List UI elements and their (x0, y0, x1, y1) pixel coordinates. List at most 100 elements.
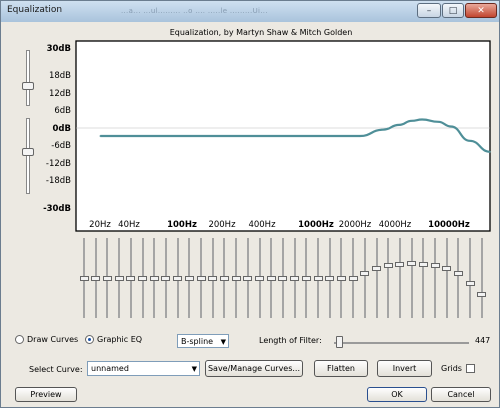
x-label: 1000Hz (298, 220, 334, 230)
grids-label: Grids (441, 364, 462, 373)
flatten-button[interactable]: Flatten (314, 360, 368, 377)
eq-band-slider-thumb[interactable] (102, 276, 112, 281)
eq-curve-point (450, 125, 452, 128)
eq-band-slider-thumb[interactable] (336, 276, 346, 281)
eq-band-slider-thumb[interactable] (219, 276, 229, 281)
eq-band-slider-thumb[interactable] (325, 276, 335, 281)
y-label: 6dB (54, 106, 71, 116)
grids-option[interactable]: Grids (441, 364, 475, 373)
eq-band-slider-thumb[interactable] (184, 276, 194, 281)
eq-band-slider-thumb[interactable] (465, 280, 475, 286)
eq-band-slider-thumb[interactable] (348, 276, 358, 281)
interpolation-value: B-spline (181, 336, 214, 346)
eq-band-slider-thumb[interactable] (161, 276, 171, 281)
ok-button[interactable]: OK (367, 387, 427, 402)
eq-band-slider-thumb[interactable] (477, 292, 487, 297)
filter-length-value: 447 (475, 336, 491, 345)
eq-curve-point (437, 121, 440, 123)
filter-length-slider-track[interactable] (334, 342, 469, 344)
eq-band-slider-track[interactable] (422, 238, 425, 318)
eq-curve-point (229, 135, 231, 137)
eq-band-slider-thumb[interactable] (243, 276, 253, 281)
grids-checkbox[interactable] (465, 364, 475, 373)
eq-band-slider-thumb[interactable] (430, 263, 440, 269)
graphic-eq-option[interactable]: Graphic EQ (85, 335, 142, 344)
x-label: 2000Hz (338, 220, 372, 230)
eq-curve-point (99, 135, 102, 137)
eq-band-slider-track[interactable] (457, 238, 460, 318)
interpolation-select[interactable]: B-spline ▼ (177, 334, 229, 348)
eq-band-slider-thumb[interactable] (138, 276, 147, 281)
background-ghost-text: ...a... ...ul......... ..o .... .....le … (121, 7, 268, 15)
eq-band-slider-track[interactable] (469, 238, 472, 318)
eq-band-slider-thumb[interactable] (208, 276, 218, 281)
eq-band-slider-thumb[interactable] (196, 276, 206, 281)
eq-band-slider-thumb[interactable] (255, 276, 264, 281)
minimize-button[interactable]: – (417, 3, 441, 18)
eq-band-slider-track[interactable] (445, 238, 448, 318)
eq-curve-point (469, 140, 471, 142)
eq-band-slider-thumb[interactable] (79, 276, 89, 281)
equalization-window: Equalization ...a... ...ul......... ..o … (0, 0, 500, 408)
curve-select[interactable]: unnamed ▼ (87, 361, 200, 376)
eq-band-slider-thumb[interactable] (126, 276, 136, 281)
maximize-button[interactable]: □ (442, 3, 464, 18)
eq-band-slider-thumb[interactable] (290, 276, 300, 281)
y-label: 30dB (46, 44, 71, 54)
eq-band-slider-thumb[interactable] (114, 276, 124, 281)
eq-band-slider-track[interactable] (363, 238, 366, 318)
eq-curve-point (268, 135, 271, 137)
eq-curve-point (382, 128, 384, 131)
invert-button[interactable]: Invert (377, 360, 432, 377)
eq-band-slider-thumb[interactable] (301, 276, 311, 281)
save-manage-curves-button[interactable]: Save/Manage Curves... (205, 360, 303, 377)
graphic-eq-label: Graphic EQ (97, 335, 143, 344)
eq-band-slider-track[interactable] (398, 238, 401, 318)
cancel-button[interactable]: Cancel (431, 387, 491, 402)
eq-band-slider-thumb[interactable] (372, 266, 381, 272)
chevron-down-icon: ▼ (220, 338, 226, 346)
eq-curve-point (359, 135, 361, 137)
y-label: -12dB (45, 159, 71, 169)
eq-band-slider-thumb[interactable] (360, 271, 370, 277)
x-label: 40Hz (118, 220, 140, 230)
draw-curves-label: Draw Curves (27, 335, 79, 344)
eq-band-slider-thumb[interactable] (453, 271, 463, 277)
dialog-body: 30dB 18dB 12dB 6dB 0dB -6dB -12dB -18dB … (9, 22, 493, 402)
draw-curves-option[interactable]: Draw Curves (15, 335, 78, 344)
title-bar[interactable]: Equalization ...a... ...ul......... ..o … (1, 1, 499, 22)
eq-band-slider-thumb[interactable] (395, 261, 405, 267)
filter-length-slider-thumb[interactable] (336, 336, 343, 348)
eq-band-slider-thumb[interactable] (91, 276, 101, 281)
eq-band-slider-thumb[interactable] (442, 266, 452, 272)
y-label: -6dB (51, 141, 71, 151)
length-of-filter-label: Length of Filter: (259, 336, 322, 345)
eq-band-slider-thumb[interactable] (173, 276, 183, 281)
eq-band-slider-thumb[interactable] (266, 276, 276, 281)
eq-band-slider-track[interactable] (375, 238, 378, 318)
y-label: -30dB (43, 204, 71, 214)
eq-curve-plot[interactable] (75, 40, 493, 234)
preview-button[interactable]: Preview (15, 387, 77, 402)
eq-band-slider-thumb[interactable] (407, 260, 417, 266)
eq-band-slider-thumb[interactable] (418, 261, 428, 267)
eq-band-slider-track[interactable] (387, 238, 390, 318)
eq-band-slider-thumb[interactable] (231, 276, 241, 281)
eq-band-slider-thumb[interactable] (313, 276, 323, 281)
eq-band-slider-thumb[interactable] (383, 263, 393, 269)
close-button[interactable]: ✕ (465, 3, 497, 18)
equalization-chart: 30dB 18dB 12dB 6dB 0dB -6dB -12dB -18dB … (9, 22, 493, 234)
eq-curve-point (398, 124, 401, 126)
eq-band-slider-track[interactable] (434, 238, 436, 318)
eq-curve-point (190, 135, 192, 137)
draw-curves-radio[interactable] (15, 335, 24, 344)
y-label: -18dB (45, 176, 71, 186)
graphic-eq-sliders (77, 232, 493, 322)
eq-band-slider-track[interactable] (480, 238, 483, 318)
eq-band-slider-thumb[interactable] (278, 276, 288, 281)
graphic-eq-radio[interactable] (85, 335, 94, 344)
eq-band-slider-thumb[interactable] (149, 276, 159, 281)
x-label: 10000Hz (428, 220, 470, 230)
eq-band-slider-track[interactable] (410, 238, 413, 318)
eq-curve-point (421, 118, 423, 121)
